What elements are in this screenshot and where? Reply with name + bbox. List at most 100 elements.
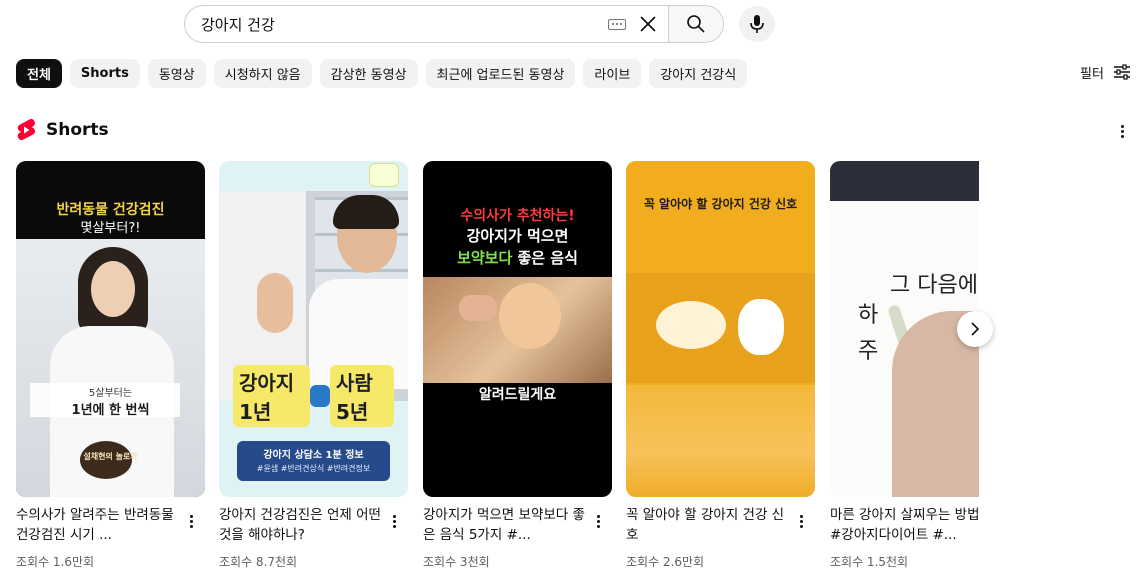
short-thumbnail[interactable]: 수의사가 추천하는! 강아지가 먹으면 보약보다 좋은 음식 알려드릴게요 bbox=[423, 161, 612, 497]
thumb-app-toolbar bbox=[830, 161, 979, 201]
thumb-cat bbox=[738, 299, 784, 355]
filter-button[interactable]: 필터 bbox=[1080, 62, 1132, 82]
thumb-text: 1년에 한 번씩 bbox=[71, 403, 150, 418]
thumb-text: 반려동물 건강검진 bbox=[56, 202, 165, 218]
voice-search-button[interactable] bbox=[739, 6, 775, 42]
chip-unwatched[interactable]: 시청하지 않음 bbox=[213, 59, 312, 88]
short-title[interactable]: 강아지가 먹으면 보약보다 좋은 음식 5가지 #... bbox=[423, 505, 612, 545]
thumb-text: 수의사가 추천하는! bbox=[460, 208, 575, 224]
thumb-text: 알려드릴게요 bbox=[478, 387, 557, 403]
more-vert-icon-dot bbox=[392, 514, 396, 518]
more-vert-icon-dot bbox=[1120, 134, 1124, 138]
keyboard-icon[interactable] bbox=[608, 18, 626, 30]
short-thumbnail[interactable]: 강아지 1년 사람 5년 강아지 상담소 1분 정보 #윤샘 #반려견상식 #반… bbox=[219, 161, 408, 497]
short-title[interactable]: 강아지 건강검진은 언제 어떤것을 해야하나? bbox=[219, 505, 408, 545]
filter-chips: 전체 Shorts 동영상 시청하지 않음 감상한 동영상 최근에 업로드된 동… bbox=[16, 59, 748, 88]
short-title[interactable]: 마른 강아지 살찌우는 방법 #강아지다이어트 #... bbox=[830, 505, 979, 545]
filter-label: 필터 bbox=[1080, 66, 1104, 82]
thumb-dog bbox=[499, 283, 561, 349]
thumb-text: 사람 5년 bbox=[330, 365, 394, 427]
shorts-section-header: Shorts bbox=[16, 118, 109, 142]
chip-videos[interactable]: 동영상 bbox=[147, 59, 206, 88]
chip-live[interactable]: 라이브 bbox=[583, 59, 642, 88]
short-meta: 수의사가 알려주는 반려동물 건강검진 시기 ... 조회수 1.6만회 bbox=[16, 505, 205, 570]
short-views: 조회수 1.6만회 bbox=[16, 555, 95, 569]
short-card[interactable]: 강아지 1년 사람 5년 강아지 상담소 1분 정보 #윤샘 #반려견상식 #반… bbox=[219, 161, 408, 570]
chip-watched[interactable]: 감상한 동영상 bbox=[319, 59, 418, 88]
thumb-background bbox=[626, 385, 815, 497]
more-vert-icon-dot bbox=[596, 524, 600, 528]
thumb-text: 보약보다 bbox=[457, 249, 513, 267]
more-vert-icon-dot bbox=[189, 514, 193, 518]
short-card[interactable]: 그 다음에 하 주 마른 강아지 살찌우는 방법 #강아지다이어트 #... 조… bbox=[830, 161, 979, 570]
short-more-button[interactable] bbox=[590, 509, 606, 533]
thumb-text: 몇살부터?! bbox=[80, 221, 141, 236]
shorts-shelf: 반려동물 건강검진 몇살부터?! 5살부터는 1년에 한 번씩 설채현의 놀로와… bbox=[16, 161, 979, 575]
thumb-text: 강아지가 먹으면 bbox=[466, 227, 569, 245]
shelf-next-button[interactable] bbox=[957, 311, 993, 347]
search-icon bbox=[687, 15, 705, 33]
close-icon[interactable] bbox=[636, 12, 660, 36]
short-views: 조회수 1.5천회 bbox=[830, 555, 909, 569]
mic-icon bbox=[750, 15, 764, 33]
chip-shorts[interactable]: Shorts bbox=[69, 59, 140, 88]
more-vert-icon-dot bbox=[392, 524, 396, 528]
more-vert-icon-dot bbox=[1120, 124, 1124, 128]
short-views: 조회수 3천회 bbox=[423, 555, 490, 569]
short-meta: 꼭 알아야 할 강아지 건강 신호 조회수 2.6만회 bbox=[626, 505, 815, 570]
short-more-button[interactable] bbox=[793, 509, 809, 533]
thumb-text: 설채현의 놀로와 bbox=[83, 452, 138, 461]
search-input[interactable] bbox=[201, 15, 608, 33]
more-vert-icon-dot bbox=[596, 514, 600, 518]
thumb-figure bbox=[333, 195, 399, 229]
chip-dog-health-food[interactable]: 강아지 건강식 bbox=[649, 59, 748, 88]
search-button[interactable] bbox=[668, 5, 724, 43]
short-thumbnail[interactable]: 반려동물 건강검진 몇살부터?! 5살부터는 1년에 한 번씩 설채현의 놀로와 bbox=[16, 161, 205, 497]
thumb-text: 5살부터는 bbox=[88, 388, 133, 399]
thumb-dog bbox=[656, 301, 726, 349]
more-vert-icon-dot bbox=[189, 524, 193, 528]
short-meta: 강아지가 먹으면 보약보다 좋은 음식 5가지 #... 조회수 3천회 bbox=[423, 505, 612, 570]
thumb-figure bbox=[257, 273, 293, 333]
search-box bbox=[184, 5, 668, 43]
thumb-text-row: 보약보다 좋은 음식 bbox=[423, 247, 612, 268]
short-card[interactable]: 수의사가 추천하는! 강아지가 먹으면 보약보다 좋은 음식 알려드릴게요 강아… bbox=[423, 161, 612, 570]
short-more-button[interactable] bbox=[183, 509, 199, 533]
short-card[interactable]: 꼭 알아야 할 강아지 건강 신호 꼭 알아야 할 강아지 건강 신호 조회수 … bbox=[626, 161, 815, 570]
short-title[interactable]: 수의사가 알려주는 반려동물 건강검진 시기 ... bbox=[16, 505, 205, 545]
more-vert-icon-dot bbox=[392, 519, 396, 523]
shorts-logo-icon bbox=[17, 118, 36, 141]
thumb-text: 주 bbox=[858, 339, 879, 364]
thumb-text: #윤샘 #반려견상식 #반려견정보 bbox=[256, 464, 371, 473]
more-vert-icon-dot bbox=[799, 514, 803, 518]
more-vert-icon-dot bbox=[189, 519, 193, 523]
short-views: 조회수 8.7천회 bbox=[219, 555, 298, 569]
search-bar bbox=[184, 5, 724, 43]
thumb-text: 그 다음에 bbox=[890, 273, 978, 298]
equals-icon bbox=[309, 385, 331, 407]
more-vert-icon-dot bbox=[799, 519, 803, 523]
short-meta: 마른 강아지 살찌우는 방법 #강아지다이어트 #... 조회수 1.5천회 bbox=[830, 505, 979, 570]
short-more-button[interactable] bbox=[386, 509, 402, 533]
thumb-text: 강아지 1년 bbox=[233, 365, 310, 427]
more-vert-icon-dot bbox=[1120, 129, 1124, 133]
short-meta: 강아지 건강검진은 언제 어떤것을 해야하나? 조회수 8.7천회 bbox=[219, 505, 408, 570]
chip-all[interactable]: 전체 bbox=[16, 59, 62, 88]
chip-recently-uploaded[interactable]: 최근에 업로드된 동영상 bbox=[425, 59, 576, 88]
more-vert-icon-dot bbox=[799, 524, 803, 528]
short-title[interactable]: 꼭 알아야 할 강아지 건강 신호 bbox=[626, 505, 815, 545]
more-vert-icon-dot bbox=[596, 519, 600, 523]
short-views: 조회수 2.6만회 bbox=[626, 555, 705, 569]
thumb-comparison: 강아지 1년 사람 5년 bbox=[219, 365, 408, 427]
chevron-right-icon bbox=[971, 322, 980, 336]
thumb-figure bbox=[91, 261, 135, 317]
shorts-section-title: Shorts bbox=[46, 120, 109, 140]
thumb-hand bbox=[459, 295, 497, 321]
short-card[interactable]: 반려동물 건강검진 몇살부터?! 5살부터는 1년에 한 번씩 설채현의 놀로와… bbox=[16, 161, 205, 570]
thumb-text: 강아지 상담소 1분 정보 bbox=[263, 450, 364, 461]
filter-icon bbox=[1113, 64, 1130, 80]
thumb-text: 좋은 음식 bbox=[517, 249, 578, 267]
shorts-section-more-button[interactable] bbox=[1112, 121, 1132, 141]
thumb-text: 하 bbox=[858, 303, 879, 328]
short-thumbnail[interactable]: 꼭 알아야 할 강아지 건강 신호 bbox=[626, 161, 815, 497]
